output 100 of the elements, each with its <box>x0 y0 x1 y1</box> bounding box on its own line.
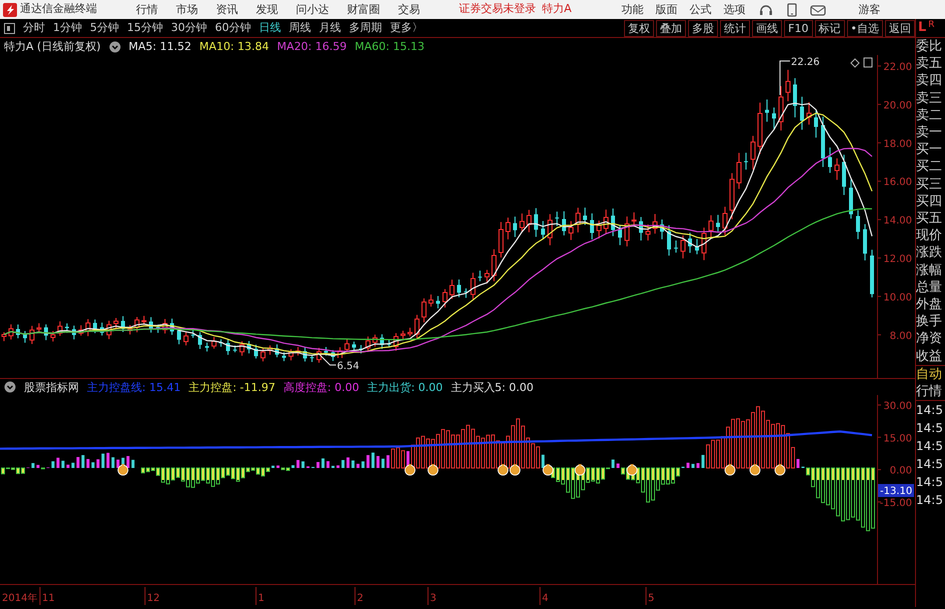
chart-button[interactable]: 画线 <box>752 20 782 36</box>
period-tab[interactable]: 1分钟 <box>49 19 86 37</box>
date-label: 5 <box>648 593 654 604</box>
price-tick: 10.00 <box>883 292 912 304</box>
menu-item[interactable]: 交易 <box>389 0 429 19</box>
money-bag-icon <box>510 464 520 476</box>
indicator-value: 主力控盘: -11.97 <box>188 380 276 396</box>
price-tick: 22.00 <box>883 62 912 73</box>
quote-label: 换手 <box>916 313 943 330</box>
price-tick: 12.00 <box>883 254 912 265</box>
chart-button[interactable]: 叠加 <box>656 20 686 36</box>
quote-label: 买二 <box>916 158 943 176</box>
money-bag-icon <box>118 464 128 476</box>
quote-label: 净资 <box>916 330 943 348</box>
money-bag-icon <box>750 464 760 476</box>
money-bag-icon <box>724 464 736 476</box>
price-tick: 16.00 <box>883 177 912 188</box>
trade-time: 14:5 <box>916 492 944 510</box>
login-status: 证券交易未登录 <box>459 1 536 18</box>
quote-label: 买三 <box>916 176 943 193</box>
quote-label: 委比 <box>916 38 943 56</box>
trade-time: 14:5 <box>916 420 944 438</box>
period-tab[interactable]: 60分钟 <box>211 19 255 37</box>
date-label: 2014年 <box>2 593 38 604</box>
menu-item[interactable]: 财富圈 <box>338 0 389 19</box>
date-label: 3 <box>430 593 436 604</box>
money-bag-icon <box>626 464 638 476</box>
period-tab[interactable]: 5分钟 <box>86 19 123 37</box>
trade-time: 14:5 <box>916 474 944 492</box>
trade-time: 14:5 <box>916 456 944 474</box>
money-bag-icon <box>404 464 416 476</box>
diamond-icon[interactable] <box>850 58 860 68</box>
quote-label: 外盘 <box>916 296 943 314</box>
indicator-tick: 15.00 <box>883 433 912 444</box>
quote-label: 卖五 <box>916 55 943 72</box>
date-label: 4 <box>542 593 548 604</box>
chart-button[interactable]: •自选 <box>846 20 883 36</box>
quote-label: 现价 <box>916 227 943 244</box>
header-label: R <box>928 19 935 32</box>
phone-icon[interactable] <box>786 2 798 16</box>
chart-button[interactable]: 返回 <box>885 20 915 36</box>
menu-item[interactable]: 资讯 <box>207 0 247 19</box>
stock-title: 特力A (日线前复权) <box>4 39 101 55</box>
period-tab[interactable]: 30分钟 <box>167 19 211 37</box>
quote-label: 总量 <box>916 278 943 296</box>
chart-button[interactable]: 统计 <box>720 20 750 36</box>
indicator-tick: 30.00 <box>883 401 912 412</box>
menu-item[interactable]: 市场 <box>167 0 207 19</box>
money-bag-icon <box>428 464 438 476</box>
toolbar-item[interactable]: 公式 <box>684 0 718 19</box>
indicator-value: 高度控盘: 0.00 <box>283 380 360 396</box>
indicator-tick: -15.00 <box>880 498 912 509</box>
period-tab[interactable]: 日线 <box>255 19 285 37</box>
quote-label: 卖四 <box>916 72 943 90</box>
panel-icon[interactable] <box>864 58 872 68</box>
chart-button[interactable]: 标记 <box>814 20 844 36</box>
quote-mode[interactable]: 自动 <box>916 366 945 384</box>
date-label: 2 <box>357 593 364 604</box>
toolbar-item[interactable]: 版面 <box>650 0 684 19</box>
chart-button[interactable]: 复权 <box>624 20 654 36</box>
mail-icon[interactable] <box>810 2 826 16</box>
user-name[interactable]: 游客 <box>850 0 890 19</box>
header-label: L <box>918 19 926 38</box>
ma-value: MA20: 16.59 <box>277 39 347 55</box>
quote-label: 买五 <box>916 210 943 228</box>
quote-label: 买四 <box>916 192 943 210</box>
ma-value: MA10: 13.84 <box>199 39 270 55</box>
money-bag-icon <box>574 464 586 476</box>
chart-button[interactable]: F10 <box>784 20 812 36</box>
indicator-tick: 0.00 <box>890 466 912 477</box>
period-tab[interactable]: 15分钟 <box>123 19 167 37</box>
quote-label: 涨跌 <box>916 244 943 262</box>
menu-item[interactable]: 行情 <box>127 0 167 19</box>
stock-name: 特力A <box>542 1 572 18</box>
dropdown-icon[interactable] <box>108 40 121 52</box>
menu-item[interactable]: 发现 <box>247 0 287 19</box>
quote-label: 买一 <box>916 141 943 158</box>
money-bag-icon <box>774 464 786 476</box>
headset-icon[interactable] <box>758 2 774 16</box>
app-logo-icon <box>3 2 17 16</box>
more-link[interactable]: 更多〉 <box>386 19 427 37</box>
period-tab[interactable]: 分时 <box>19 19 49 37</box>
quote-label: 卖三 <box>916 90 943 107</box>
app-title: 通达信金融终端 <box>20 1 97 18</box>
current-value-label: -13.10 <box>878 484 914 497</box>
dropdown-icon[interactable] <box>4 381 16 393</box>
date-label: 11 <box>42 593 55 604</box>
chart-button[interactable]: 多股 <box>688 20 718 36</box>
period-tab[interactable]: 多周期 <box>345 19 386 37</box>
quote-mode[interactable]: 行情 <box>916 383 945 400</box>
period-tab[interactable]: 月线 <box>315 19 345 37</box>
quote-label: 涨幅 <box>916 262 943 279</box>
panel-toggle-icon[interactable] <box>3 21 16 35</box>
date-label: 1 <box>258 593 264 604</box>
toolbar-item[interactable]: 功能 <box>616 0 650 19</box>
price-tick: 14.00 <box>883 216 912 227</box>
indicator-value: 主力出货: 0.00 <box>367 380 443 396</box>
menu-item[interactable]: 问小达 <box>287 0 338 19</box>
toolbar-item[interactable]: 选项 <box>718 0 752 19</box>
period-tab[interactable]: 周线 <box>285 19 315 37</box>
